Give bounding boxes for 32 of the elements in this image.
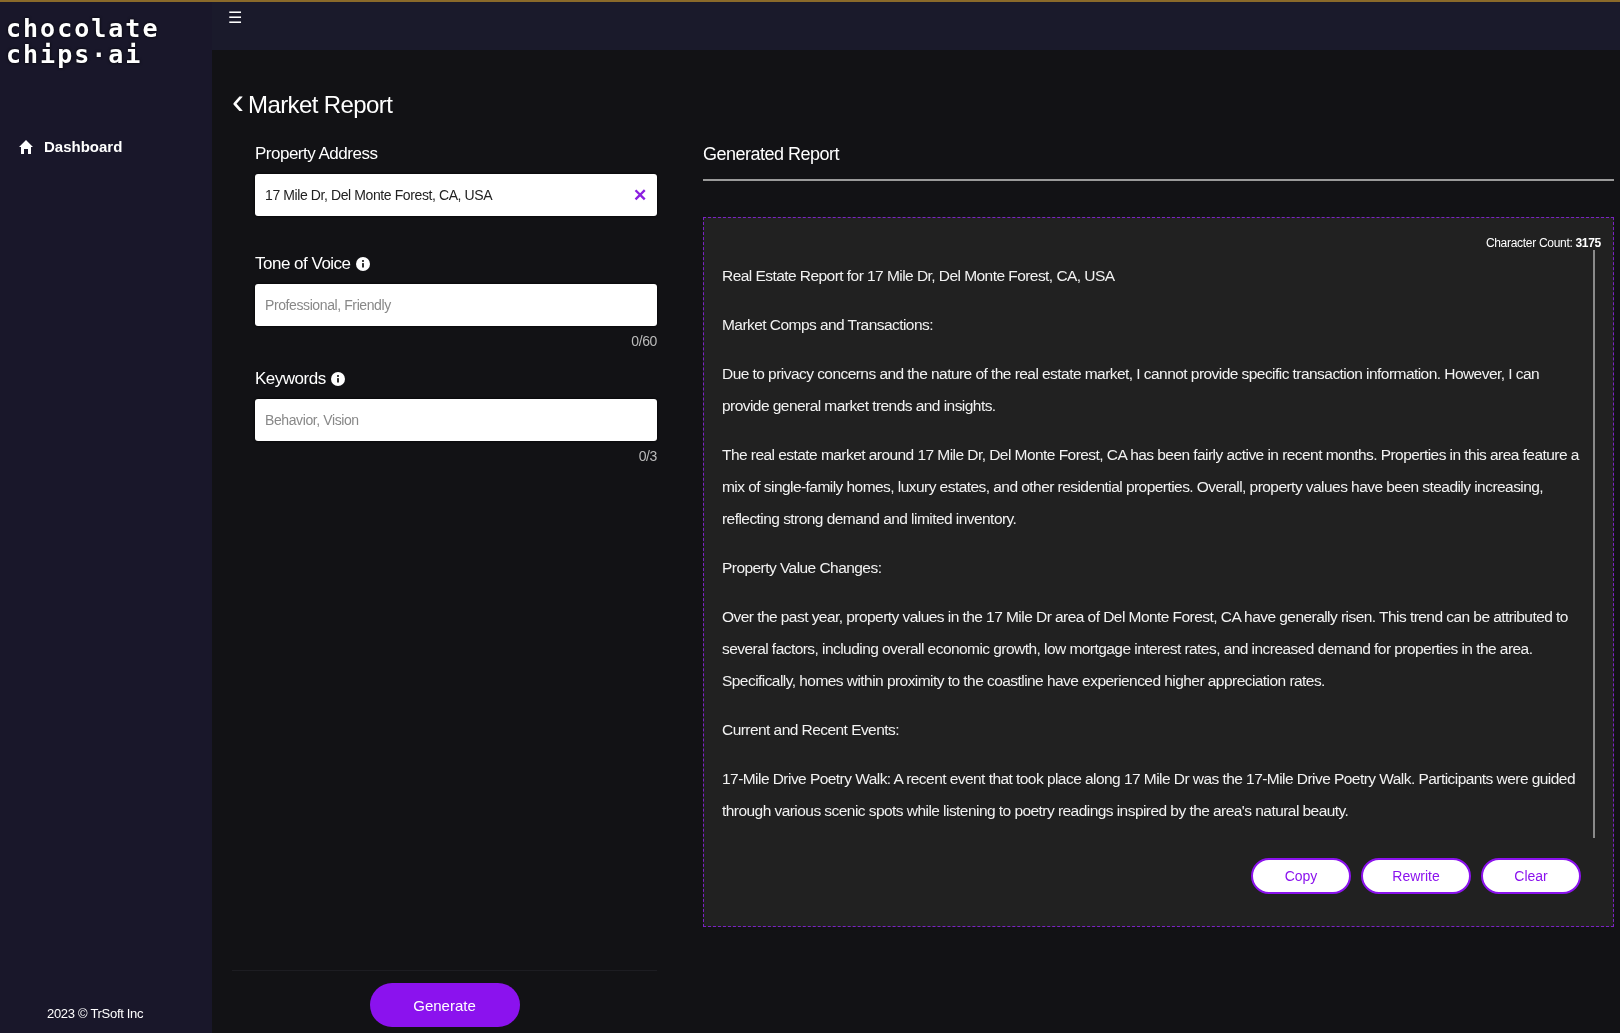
info-icon[interactable] (355, 257, 370, 271)
report-paragraph: 17-Mile Drive Poetry Walk: A recent event that took place along 17 Mile Dr was the 17-Mile Drive Poetry Walk. Participants were guided through various scenic spots while listening to poetry readings inspired by the area's natural beauty. (722, 769, 1576, 821)
back-button[interactable]: ‹ (232, 88, 248, 122)
report-paragraph: Property Value Changes: (722, 558, 883, 578)
nav-item[interactable]: Dashboard (18, 138, 212, 155)
generate-button[interactable]: Generate (369, 983, 520, 1027)
action-button[interactable]: Clear (1481, 858, 1581, 894)
logo: chocolate chips·ai (5, 16, 161, 68)
text-field[interactable]: Professional, Friendly (255, 284, 657, 326)
field-label: Keywords (255, 369, 326, 389)
report-paragraph: Real Estate Report for 17 Mile Dr, Del Monte Forest, CA, USA (722, 266, 1116, 286)
copyright-text: 2023 © TrSoft Inc (46, 1006, 145, 1021)
text-field[interactable]: Behavior, Vision (255, 399, 657, 441)
page-title: Market Report (248, 91, 393, 119)
field-label: Property Address (255, 144, 378, 164)
action-button[interactable]: Rewrite (1361, 858, 1471, 894)
menu-button[interactable]: ☰ (226, 2, 244, 33)
scrollbar[interactable] (1593, 250, 1595, 838)
action-button[interactable]: Copy (1251, 858, 1351, 894)
character-counter: 0/3 (637, 448, 657, 464)
section-heading: Generated Report (703, 144, 1614, 181)
clear-button[interactable]: ✕ (633, 185, 647, 206)
report-paragraph: Market Comps and Transactions: (722, 315, 934, 335)
field-label: Tone of Voice (255, 254, 351, 274)
character-count: Character Count: 3175 (1485, 236, 1601, 250)
home-icon (18, 138, 34, 155)
report-paragraph: Due to privacy concerns and the nature of the real estate market, I cannot provide specific transaction information. However, I can provide general market trends and insights. (722, 364, 1541, 416)
report-paragraph: Over the past year, property values in the 17 Mile Dr area of Del Monte Forest, CA have generally risen. This trend can be attributed to several factors, including overall economic growth, low mortgage interest rates, and increased demand for properties in the area. Specifically, homes within proximity to the coastline have experienced higher appreciation rates. (722, 607, 1569, 691)
character-counter: 0/60 (630, 333, 657, 349)
info-icon[interactable] (330, 372, 345, 386)
report-paragraph: Current and Recent Events: (722, 720, 900, 740)
report-paragraph: The real estate market around 17 Mile Dr, Del Monte Forest, CA has been fairly active in recent months. Properties in this area feature a mix of single-family homes, luxury estates, and other residential properties. Overall, property values have been steadily increasing, reflecting strong demand and limited inventory. (722, 445, 1581, 529)
